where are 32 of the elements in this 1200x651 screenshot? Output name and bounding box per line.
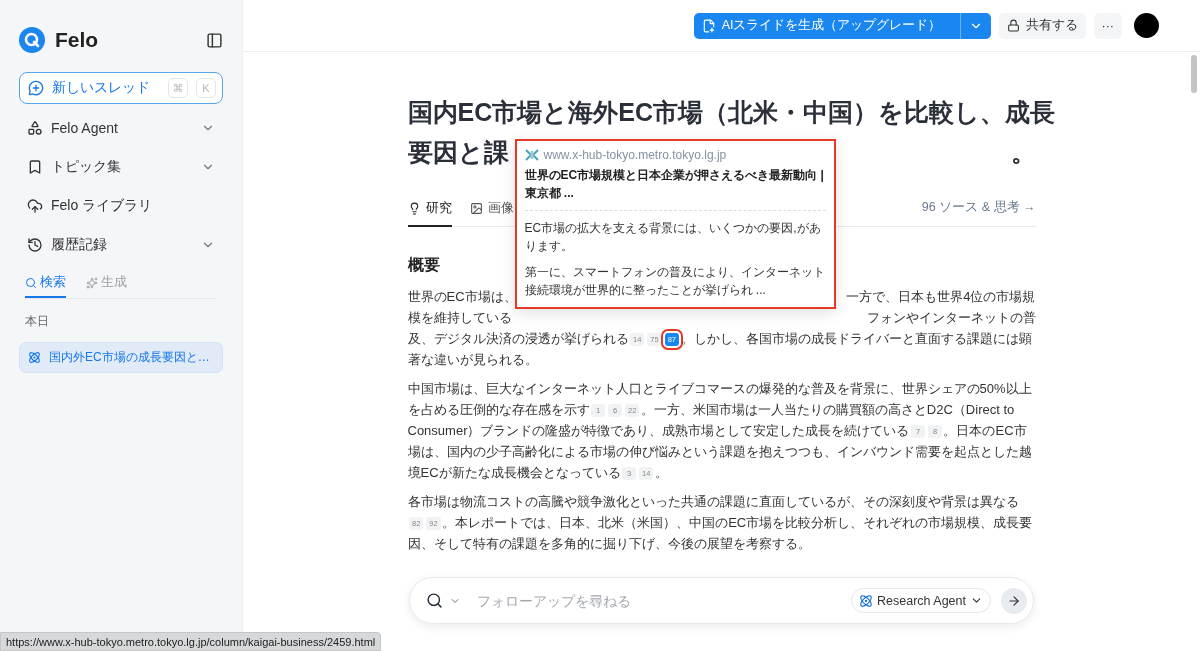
shortcut-key: ⌘ xyxy=(168,78,188,98)
paragraph-text: 模を維持している xyxy=(407,309,512,327)
section-label: 本日 xyxy=(24,313,50,330)
nav-item[interactable]: 履歴記録 xyxy=(51,235,193,254)
new-thread-button[interactable]: 新しいスレッド ⌘ K xyxy=(19,72,223,104)
paragraph-text: 世界のEC市場は、 xyxy=(407,288,517,306)
brand-name: Felo xyxy=(55,28,100,52)
content-tab[interactable]: 研究 xyxy=(407,196,452,227)
generate-slides-button[interactable]: AIスライドを生成（アップグレード） xyxy=(693,12,991,39)
content-tab[interactable]: 画像 xyxy=(469,196,514,227)
article-title: 国内EC市場と海外EC市場（北米・中国）を比較し、成長 xyxy=(407,97,1055,128)
share-button[interactable]: 共有する xyxy=(998,12,1086,39)
article-title: 。 xyxy=(1010,137,1036,168)
source-domain: www.x-hub-tokyo.metro.tokyo.lg.jp xyxy=(543,148,727,162)
status-url: https://www.x-hub-tokyo.metro.tokyo.lg.jp/column/kaigai-business/2459.html xyxy=(0,632,382,651)
shortcut-key: K xyxy=(196,78,216,98)
paragraph-text: 一方で、日本も世界4位の市場規 xyxy=(846,288,1036,306)
more-button[interactable]: ··· xyxy=(1093,12,1122,39)
sidebar-tab[interactable]: 検索 xyxy=(25,268,66,298)
nav-item[interactable]: トピック集 xyxy=(51,157,193,176)
source-excerpt: 第一に、スマートフォンの普及により、インターネット接続環境が世界的に整ったことが挙げられ ... xyxy=(524,264,826,299)
history-item[interactable]: 国内外EC市場の成長要因と… xyxy=(19,342,223,373)
sources-link[interactable]: 96 ソース & 思考 → xyxy=(921,198,1036,224)
nav-item[interactable]: Felo ライブラリ xyxy=(51,196,215,215)
section-heading: 概要 xyxy=(407,255,440,275)
article-title: 要因と課 xyxy=(407,137,509,168)
source-title[interactable]: 世界のEC市場規模と日本企業が押さえるべき最新動向 | 東京都 ... xyxy=(524,166,826,211)
source-excerpt: EC市場の拡大を支える背景には、いくつかの要因,があります。 xyxy=(524,220,822,255)
nav-item[interactable]: Felo Agent xyxy=(51,119,193,136)
paragraph-text: フォンやインターネットの普 xyxy=(866,309,1036,327)
sidebar-tab[interactable]: 生成 xyxy=(86,268,127,298)
agent-selector[interactable]: Research Agent xyxy=(851,588,991,613)
